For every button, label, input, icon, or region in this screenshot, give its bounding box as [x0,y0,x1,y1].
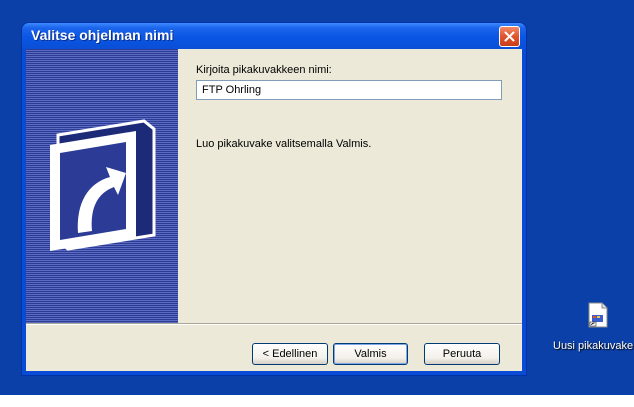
close-button[interactable] [499,26,520,47]
back-button[interactable]: < Edellinen [252,343,328,365]
dialog-body: Kirjoita pikakuvakkeen nimi: Luo pikakuv… [26,49,522,371]
bottom-strip [0,395,634,407]
finish-button[interactable]: Valmis [333,343,408,365]
window-title: Valitse ohjelman nimi [31,27,174,43]
shortcut-file-icon[interactable] [583,301,611,329]
wizard-window: Valitse ohjelman nimi Kirjoita pikakuvak… [22,23,526,375]
wizard-sidebar [26,49,178,323]
shortcut-name-input[interactable] [196,80,502,100]
wizard-footer: < Edellinen Valmis Peruuta [26,325,522,371]
desktop-icon-label[interactable]: Uusi pikakuvake [553,340,633,352]
title-bar[interactable]: Valitse ohjelman nimi [22,23,526,49]
shortcut-arrow-icon [50,119,156,251]
cancel-button[interactable]: Peruuta [424,343,500,365]
instruction-text: Luo pikakuvake valitsemalla Valmis. [196,138,372,150]
close-icon [504,31,515,42]
wizard-content: Kirjoita pikakuvakkeen nimi: Luo pikakuv… [178,49,522,323]
desktop: Valitse ohjelman nimi Kirjoita pikakuvak… [0,0,634,395]
shortcut-name-label: Kirjoita pikakuvakkeen nimi: [196,64,332,76]
